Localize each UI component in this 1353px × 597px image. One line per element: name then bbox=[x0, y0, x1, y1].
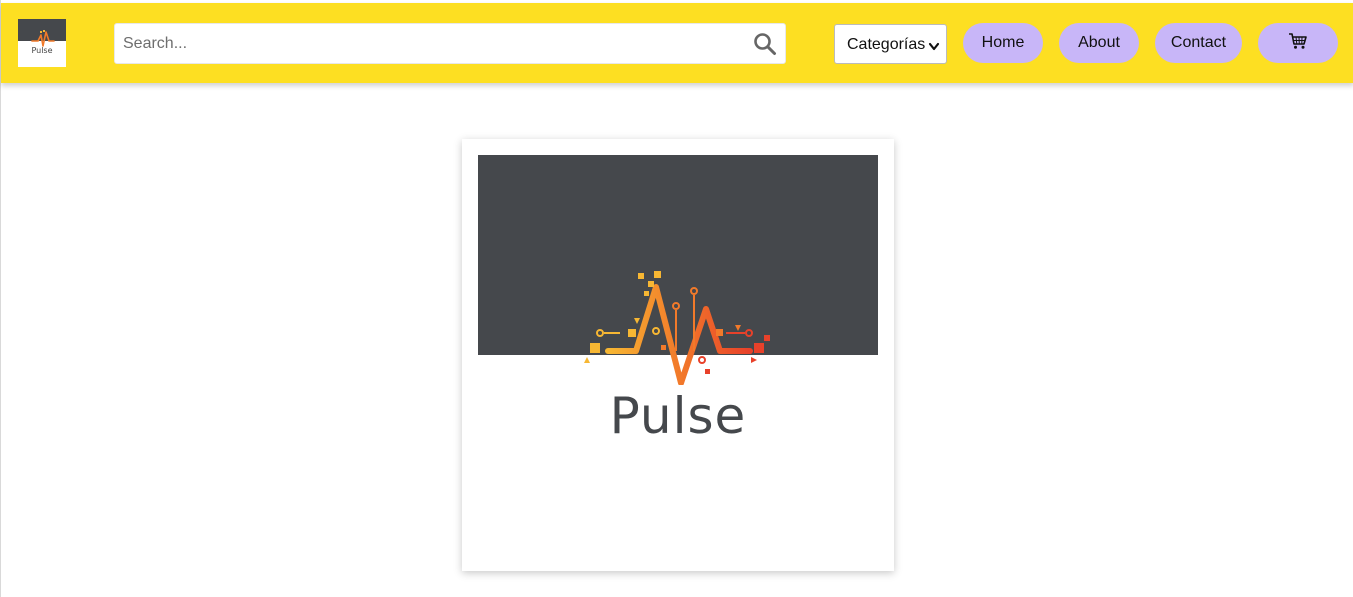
category-select[interactable]: Categorías bbox=[834, 24, 947, 64]
nav-home-button[interactable]: Home bbox=[963, 23, 1043, 63]
navbar: Pulse Categorías Home About Contact bbox=[1, 3, 1353, 83]
pulse-logo-icon bbox=[31, 30, 55, 47]
pulse-heartbeat-icon bbox=[584, 271, 770, 385]
card-wordmark: Pulse bbox=[609, 387, 747, 445]
category-select-value: Categorías bbox=[847, 36, 926, 53]
page: Pulse Categorías Home About Contact bbox=[0, 0, 1353, 597]
search-box bbox=[114, 23, 786, 64]
search-input[interactable] bbox=[115, 24, 745, 63]
product-card[interactable]: Pulse bbox=[462, 139, 894, 571]
chevron-down-icon bbox=[928, 39, 940, 57]
nav-contact-button[interactable]: Contact bbox=[1155, 23, 1242, 63]
cart-icon bbox=[1288, 32, 1308, 55]
cart-button[interactable] bbox=[1258, 23, 1338, 63]
search-icon[interactable] bbox=[753, 32, 777, 56]
brand-logo[interactable]: Pulse bbox=[18, 19, 66, 67]
nav-about-button[interactable]: About bbox=[1059, 23, 1139, 63]
logo-wordmark: Pulse bbox=[31, 46, 53, 55]
